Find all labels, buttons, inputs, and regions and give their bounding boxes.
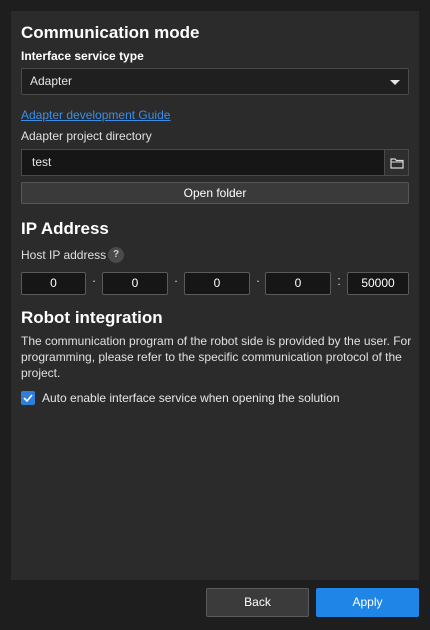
robot-integration-title: Robot integration [21, 308, 163, 327]
auto-enable-label: Auto enable interface service when openi… [42, 391, 340, 405]
interface-service-type-value: Adapter [30, 74, 73, 88]
port-separator: : [337, 273, 341, 288]
check-icon [23, 394, 33, 402]
browse-folder-button[interactable] [384, 149, 409, 176]
ip-octet-4-input[interactable]: 0 [265, 272, 331, 295]
folder-icon [389, 157, 404, 169]
adapter-guide-link[interactable]: Adapter development Guide [21, 108, 170, 122]
help-icon[interactable]: ? [108, 247, 124, 263]
auto-enable-checkbox[interactable] [21, 391, 35, 405]
adapter-project-directory-input[interactable]: test [21, 149, 384, 176]
ip-octet-2-input[interactable]: 0 [102, 272, 168, 295]
robot-integration-description: The communication program of the robot s… [21, 334, 412, 380]
settings-panel: Communication mode Interface service typ… [11, 11, 419, 580]
apply-button[interactable]: Apply [316, 588, 419, 617]
host-ip-address-label: Host IP address [21, 248, 107, 262]
port-input[interactable]: 50000 [347, 272, 409, 295]
auto-enable-row[interactable]: Auto enable interface service when openi… [21, 391, 340, 405]
interface-service-type-select[interactable]: Adapter [21, 68, 409, 95]
open-folder-button[interactable]: Open folder [21, 182, 409, 204]
adapter-project-directory-label: Adapter project directory [21, 129, 152, 143]
back-button[interactable]: Back [206, 588, 309, 617]
ip-octet-1-input[interactable]: 0 [21, 272, 86, 295]
ip-address-title: IP Address [21, 219, 109, 238]
ip-octet-3-input[interactable]: 0 [184, 272, 250, 295]
communication-mode-title: Communication mode [21, 23, 200, 42]
ip-separator: · [255, 273, 261, 288]
chevron-down-icon [390, 80, 400, 85]
ip-separator: · [173, 273, 179, 288]
interface-service-type-label: Interface service type [21, 49, 144, 63]
ip-separator: · [91, 273, 97, 288]
